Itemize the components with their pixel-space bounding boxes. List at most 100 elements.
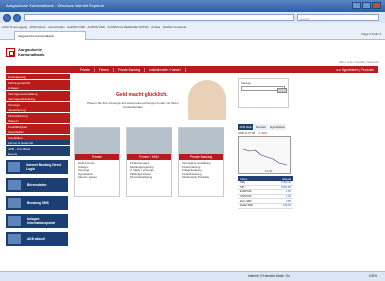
sidebar: Kontoauszug Zahlungsverkehr Anlagen Vermöge… (6, 74, 70, 246)
sidebar-item[interactable]: Hypotheken (6, 129, 70, 134)
sidebar-item[interactable]: Steuern (6, 118, 70, 123)
chart-time: 11:00 (265, 169, 273, 173)
quote-value: 1.02 (285, 195, 291, 199)
quote-label: AKB 11.07.08 (238, 131, 256, 135)
link-item[interactable]: AxWSS CRD (67, 25, 85, 29)
forward-icon[interactable] (13, 13, 21, 22)
quote-row[interactable]: Dollar SMF 195.54 (238, 204, 293, 209)
price-line (242, 148, 288, 166)
window-title: Aargauische Kantonalbank - Windows Inter… (6, 3, 105, 8)
quote-index: EUR/CHF (240, 190, 252, 194)
sidebar-button-label: Börsendaten (27, 183, 47, 187)
logo-line: Kantonalbank (18, 51, 45, 57)
card-firmen[interactable]: Firmen / KMU Finanzierungen Nachfolgerege… (126, 127, 172, 197)
logo-icon (6, 48, 15, 57)
links-label: Links (2, 24, 10, 29)
window-controls (352, 2, 381, 9)
sidebar-item[interactable]: Versicherung (6, 107, 70, 112)
card-private-banking[interactable]: Private Banking Vermögens-verwaltung Fina… (178, 127, 224, 197)
card-link[interactable]: Strukturierte Produkte (182, 175, 220, 180)
sidebar-button-label: Anlagen Informationsportal (26, 217, 56, 225)
link-item[interactable]: AxCRM.net RELEASE NOTES (107, 25, 148, 29)
hero-image (188, 80, 226, 120)
maximize-button[interactable] (362, 2, 371, 9)
quote-header-index: Index (240, 176, 248, 181)
sidebar-button-icon (8, 216, 21, 226)
sidebar-button-label: Beratung SMS (27, 201, 49, 205)
nav-right-links[interactable]: a-z Hypotheken | Produkte (332, 68, 378, 72)
sidebar-item[interactable]: Immobilien (6, 134, 70, 140)
sidebar-item[interactable]: Firmen & Gewerbe (6, 140, 70, 145)
bank-logo[interactable]: Aargauische Kantonalbank (6, 47, 45, 57)
link-item[interactable]: TimeLogging (10, 25, 27, 29)
quote-value: 1.62 (285, 190, 291, 194)
card-private[interactable]: Private Geld & Konto Anlegen Vorsorge Hypot… (74, 127, 120, 197)
quote-index: SMI (240, 181, 245, 185)
sidebar-item[interactable]: Kreditfähigkeit (6, 123, 70, 129)
main-navigation: Private Firmen Private Banking Instituti… (6, 66, 378, 73)
sidebar-button[interactable]: AKB aktuell (6, 232, 68, 246)
sidebar-item[interactable]: Anlagen (6, 85, 70, 90)
sidebar-button-icon (8, 180, 21, 190)
tab-hypotheken[interactable]: Hypotheken (268, 124, 287, 130)
sidebar-item[interactable]: Events (6, 151, 70, 156)
tab-akb-aktie[interactable]: AKB Aktie (238, 124, 254, 130)
sidebar-button-icon (8, 162, 21, 172)
link-item[interactable]: AxSea (151, 25, 160, 29)
address-bar[interactable] (24, 14, 294, 21)
link-item[interactable]: AsController (48, 25, 65, 29)
close-button[interactable] (372, 2, 381, 9)
sidebar-item[interactable]: Vermögensverwaltung (6, 90, 70, 96)
card-link[interactable]: Firmenbeteiligung (130, 175, 168, 180)
link-item[interactable]: WSS Admin (30, 25, 46, 29)
sidebar-button[interactable]: Anlagen Informationsportal (6, 214, 68, 228)
hero-text: Planen Sie Ihre Vorsorge auf www.meine-v… (87, 101, 179, 109)
utility-links[interactable]: Hilfe | Jobs | Kontakt | Standorte (339, 60, 379, 64)
login-box: Vertrag (238, 78, 289, 108)
quote-value: 5'621.66 (281, 185, 291, 189)
quote-index: Dollar SMF (240, 204, 253, 208)
tab-devisen[interactable]: Devisen (254, 124, 268, 130)
sidebar-item[interactable]: Vorsorge (6, 101, 70, 107)
sidebar-button-label: AKB aktuell (27, 237, 45, 241)
nav-private-banking[interactable]: Private Banking (114, 67, 146, 72)
sidebar-item[interactable]: Kontoauszug (6, 74, 70, 79)
quote-value: 6'452.30 (281, 181, 291, 185)
zoom-level[interactable]: 100% (369, 274, 377, 278)
sidebar-button-icon (8, 234, 21, 244)
sidebar-button-icon (8, 198, 21, 208)
card-link[interactable]: Steuern sparen (78, 175, 116, 180)
nav-institutionelle[interactable]: Institutionelle / Handel (145, 67, 186, 72)
minimize-button[interactable] (352, 2, 361, 9)
nav-firmen[interactable]: Firmen (95, 67, 114, 72)
login-label: Vertrag (241, 81, 251, 85)
card-image (75, 128, 120, 154)
quote-value: 4.85 (285, 199, 291, 203)
window-title-bar: Aargauische Kantonalbank - Windows Inter… (0, 0, 385, 12)
link-item[interactable]: AxWSS DSD (87, 25, 105, 29)
search-input[interactable]: Google (297, 14, 379, 21)
quote-change: -1.33% (258, 131, 267, 135)
sidebar-button[interactable]: Börsendaten (6, 178, 68, 192)
status-bar (0, 271, 385, 281)
sidebar-item[interactable]: Vermögensberatung (6, 96, 70, 101)
sidebar-item[interactable]: Finanzplanung (6, 112, 70, 118)
quote-header-value: Aktuell (281, 176, 291, 181)
hero-headline: Geld macht glücklich. (116, 92, 168, 98)
card-image (179, 128, 224, 154)
nav-private[interactable]: Private (76, 67, 95, 72)
security-zone: Internet | Protected Mode: On (248, 274, 290, 278)
sidebar-button[interactable]: Beratung SMS (6, 196, 68, 210)
card-image (127, 128, 172, 154)
login-button[interactable] (277, 88, 287, 93)
sidebar-item[interactable]: AKB – Ihre Bank (6, 145, 70, 151)
browser-tab[interactable]: Aargauische Kantonalbank (14, 31, 86, 40)
sidebar-button[interactable]: Internet Banking Direct Login (6, 160, 68, 174)
sidebar-button-label: Internet Banking Direct Login (26, 163, 62, 171)
command-bar[interactable]: Page ▾ Tools ▾ (362, 32, 381, 36)
quote-value: 195.54 (283, 204, 291, 208)
back-icon[interactable] (3, 13, 11, 22)
price-chart: 11:00 (238, 136, 291, 174)
link-item[interactable]: SALES Contracts (163, 25, 186, 29)
sidebar-item[interactable]: Zahlungsverkehr (6, 79, 70, 85)
